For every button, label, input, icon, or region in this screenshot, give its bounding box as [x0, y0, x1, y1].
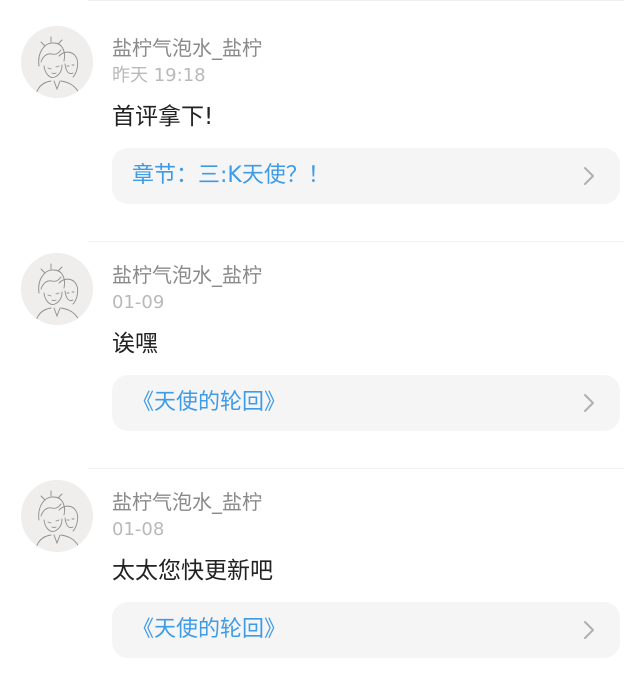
source-link[interactable]: 章节：三:K天使？！: [112, 148, 620, 204]
sketch-avatar-icon: [21, 26, 93, 98]
comment-item: 盐柠气泡水_盐柠 昨天 19:18 首评拿下! 章节：三:K天使？！: [0, 16, 640, 242]
avatar[interactable]: [21, 26, 93, 98]
avatar[interactable]: [21, 253, 93, 325]
chevron-right-icon: [584, 167, 594, 185]
chevron-right-icon: [584, 621, 594, 639]
timestamp: 昨天 19:18: [112, 65, 206, 86]
source-label: 《天使的轮回》: [132, 617, 287, 642]
source-link[interactable]: 《天使的轮回》: [112, 375, 620, 431]
sketch-avatar-icon: [21, 480, 93, 552]
comment-item: 盐柠气泡水_盐柠 01-08 太太您快更新吧 《天使的轮回》: [0, 470, 640, 696]
timestamp: 01-08: [112, 519, 165, 540]
divider: [88, 468, 624, 469]
comment-text: 首评拿下!: [112, 104, 214, 130]
avatar[interactable]: [21, 480, 93, 552]
username[interactable]: 盐柠气泡水_盐柠: [112, 488, 262, 516]
username[interactable]: 盐柠气泡水_盐柠: [112, 261, 262, 289]
divider: [88, 241, 624, 242]
comment-text: 太太您快更新吧: [112, 558, 273, 584]
source-label: 章节：三:K天使？！: [132, 163, 330, 188]
username[interactable]: 盐柠气泡水_盐柠: [112, 34, 262, 62]
comment-item: 盐柠气泡水_盐柠 01-09 诶嘿 《天使的轮回》: [0, 243, 640, 469]
sketch-avatar-icon: [21, 253, 93, 325]
source-label: 《天使的轮回》: [132, 390, 287, 415]
chevron-right-icon: [584, 394, 594, 412]
source-link[interactable]: 《天使的轮回》: [112, 602, 620, 658]
comment-text: 诶嘿: [112, 331, 158, 357]
timestamp: 01-09: [112, 292, 165, 313]
top-divider: [88, 0, 624, 1]
